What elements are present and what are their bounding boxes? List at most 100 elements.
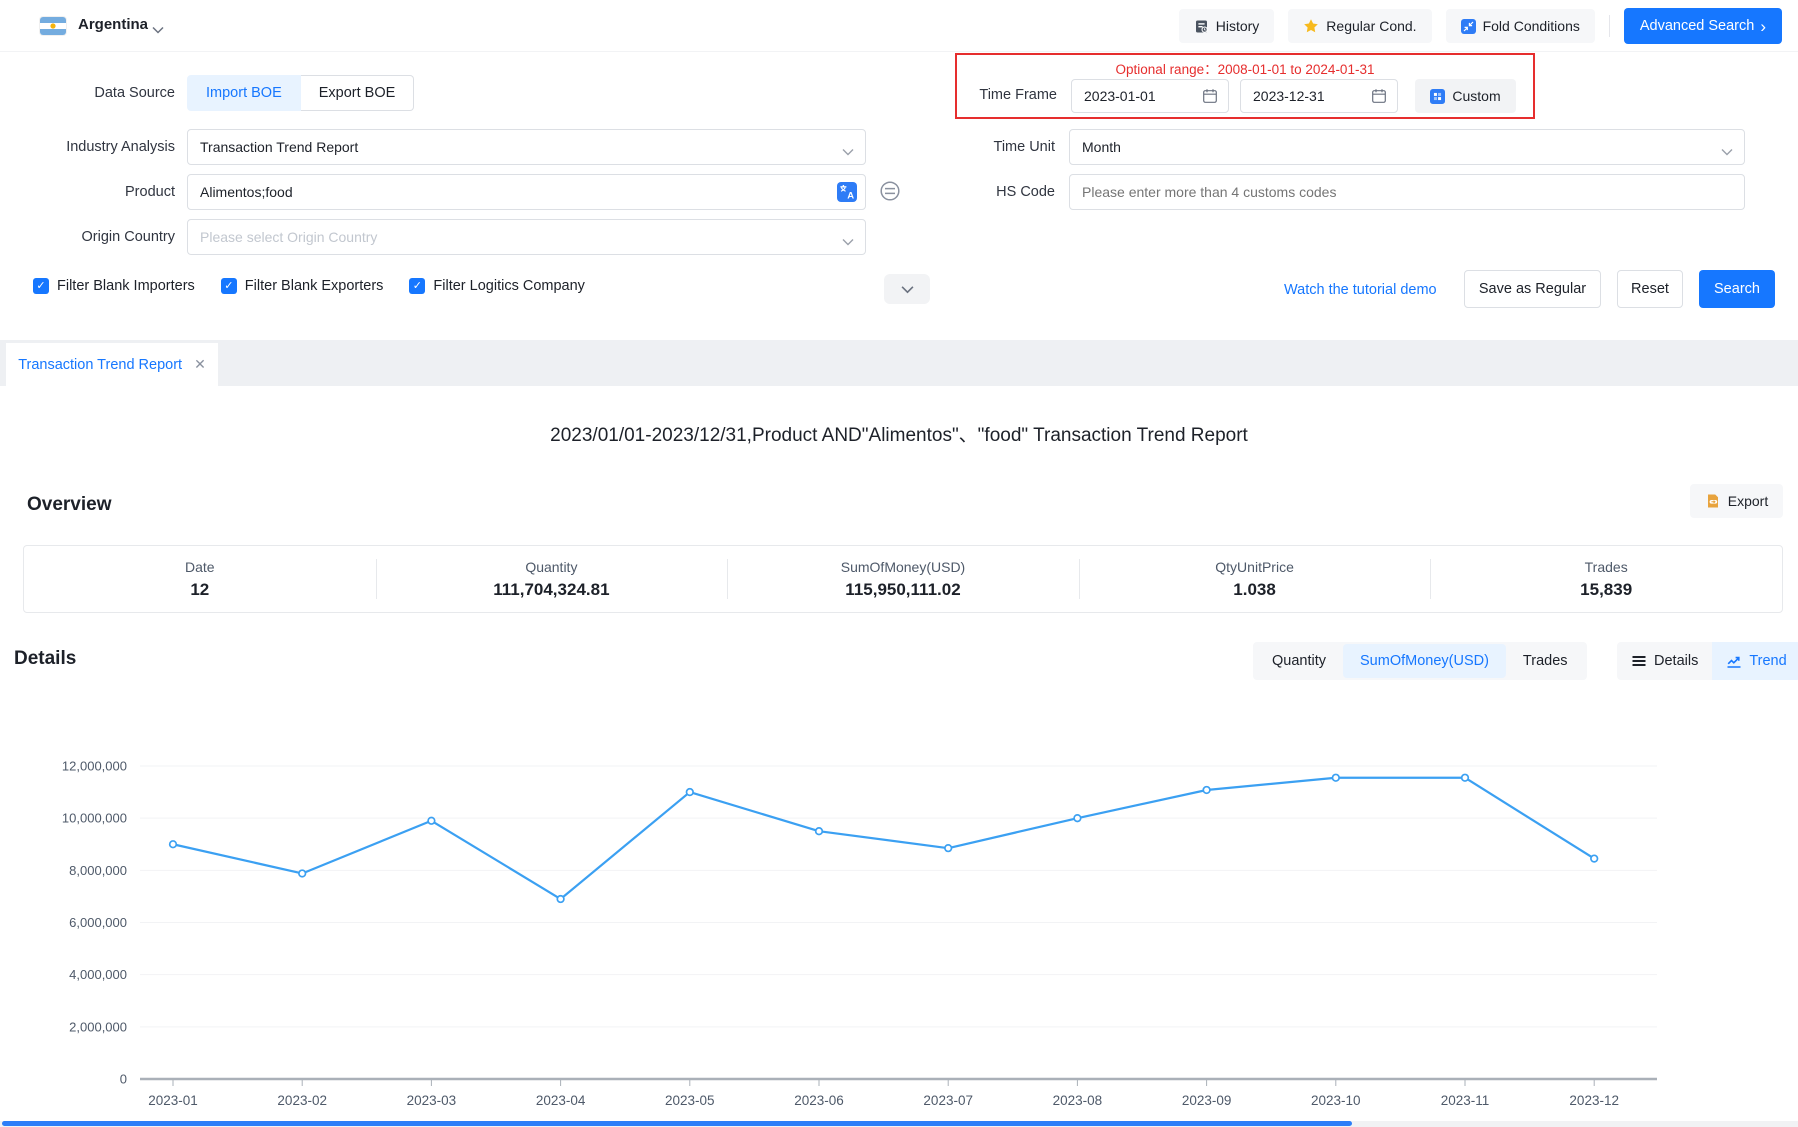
time-frame-label: Time Frame xyxy=(957,77,1057,113)
data-point-2023-12[interactable] xyxy=(1591,855,1598,862)
custom-label: Custom xyxy=(1452,88,1500,104)
data-point-2023-11[interactable] xyxy=(1462,774,1469,781)
y-axis-tick-label: 4,000,000 xyxy=(69,967,127,982)
x-axis-tick-label: 2023-11 xyxy=(1441,1093,1490,1108)
advanced-search-label: Advanced Search xyxy=(1640,18,1754,34)
data-point-2023-10[interactable] xyxy=(1333,774,1340,781)
filter-filter-logitics-company[interactable]: ✓ Filter Logitics Company xyxy=(409,278,585,294)
checkbox-checked-icon[interactable]: ✓ xyxy=(409,278,425,294)
chevron-down-icon[interactable] xyxy=(152,21,164,39)
top-header-bar: Argentina History Regular Cond. Fold Con… xyxy=(0,0,1798,52)
y-axis-tick-label: 6,000,000 xyxy=(69,915,127,930)
close-icon[interactable]: ✕ xyxy=(194,356,206,373)
x-axis-tick-label: 2023-09 xyxy=(1182,1093,1232,1108)
metric-tab-sumofmoney-usd[interactable]: SumOfMoney(USD) xyxy=(1343,644,1506,678)
product-input[interactable] xyxy=(187,174,866,210)
metric-toggle-group: QuantitySumOfMoney(USD)Trades xyxy=(1253,642,1587,680)
view-tab-details[interactable]: Details xyxy=(1617,642,1712,680)
y-axis-tick-label: 0 xyxy=(120,1072,127,1087)
horizontal-scrollbar-track[interactable] xyxy=(0,1121,1798,1127)
x-axis-tick-label: 2023-10 xyxy=(1311,1093,1361,1108)
stat-label: Date xyxy=(185,559,215,575)
details-heading: Details xyxy=(14,648,76,670)
tab-transaction-trend-report[interactable]: Transaction Trend Report ✕ xyxy=(6,343,218,386)
regular-cond-button[interactable]: Regular Cond. xyxy=(1288,9,1431,43)
filter-label: Filter Logitics Company xyxy=(433,278,585,294)
star-icon xyxy=(1303,18,1319,34)
time-unit-label: Time Unit xyxy=(880,129,1055,165)
custom-range-button[interactable]: Custom xyxy=(1415,79,1516,113)
x-axis-tick-label: 2023-01 xyxy=(148,1093,198,1108)
stat-label: Quantity xyxy=(525,559,577,575)
export-button[interactable]: Export xyxy=(1690,484,1783,518)
x-axis-tick-label: 2023-07 xyxy=(923,1093,973,1108)
collapse-conditions-button[interactable] xyxy=(884,274,930,304)
metric-tab-quantity[interactable]: Quantity xyxy=(1255,644,1343,678)
stat-trades: Trades15,839 xyxy=(1430,546,1782,612)
filter-checkbox-row: ✓Filter Blank Importers ✓Filter Blank Exp… xyxy=(33,278,585,294)
save-as-regular-button[interactable]: Save as Regular xyxy=(1464,270,1601,308)
origin-country-placeholder: Please select Origin Country xyxy=(200,229,377,245)
filter-filter-blank-exporters[interactable]: ✓Filter Blank Exporters xyxy=(221,278,384,294)
stat-label: Trades xyxy=(1585,559,1628,575)
hs-code-input[interactable] xyxy=(1069,174,1745,210)
y-axis-tick-label: 8,000,000 xyxy=(69,863,127,878)
translate-icon[interactable]: A xyxy=(837,182,857,202)
trend-icon xyxy=(1726,653,1742,669)
data-point-2023-04[interactable] xyxy=(557,896,564,903)
industry-analysis-select[interactable]: Transaction Trend Report xyxy=(187,129,866,165)
y-axis-tick-label: 12,000,000 xyxy=(62,759,127,774)
view-tab-trend[interactable]: Trend xyxy=(1712,642,1798,680)
export-label: Export xyxy=(1728,493,1768,509)
origin-country-select[interactable]: Please select Origin Country xyxy=(187,219,866,255)
regular-cond-label: Regular Cond. xyxy=(1326,18,1416,34)
industry-analysis-label: Industry Analysis xyxy=(0,129,175,165)
checkbox-checked-icon[interactable]: ✓ xyxy=(33,278,49,294)
fold-conditions-button[interactable]: Fold Conditions xyxy=(1446,9,1595,43)
advanced-search-button[interactable]: Advanced Search › xyxy=(1624,8,1782,44)
hs-code-label: HS Code xyxy=(880,174,1055,210)
data-point-2023-06[interactable] xyxy=(816,828,823,835)
history-icon xyxy=(1194,19,1209,34)
filter-filter-blank-importers[interactable]: ✓Filter Blank Importers xyxy=(33,278,195,294)
industry-analysis-value: Transaction Trend Report xyxy=(200,139,358,155)
data-point-2023-07[interactable] xyxy=(945,845,952,852)
end-date-input[interactable]: 2023-12-31 xyxy=(1240,79,1398,113)
stat-value: 1.038 xyxy=(1233,580,1276,600)
data-point-2023-08[interactable] xyxy=(1074,815,1081,822)
data-point-2023-01[interactable] xyxy=(170,841,177,848)
table-icon xyxy=(1631,653,1647,669)
search-button[interactable]: Search xyxy=(1699,270,1775,308)
y-axis-tick-label: 10,000,000 xyxy=(62,811,127,826)
horizontal-scrollbar-thumb[interactable] xyxy=(2,1121,1352,1126)
report-title: 2023/01/01-2023/12/31,Product AND"Alimen… xyxy=(0,420,1798,447)
country-selector-label[interactable]: Argentina xyxy=(78,16,148,33)
overview-stats-card: Date12Quantity111,704,324.81SumOfMoney(U… xyxy=(23,545,1783,613)
time-unit-select[interactable]: Month xyxy=(1069,129,1745,165)
data-point-2023-03[interactable] xyxy=(428,817,435,824)
export-boe-tab[interactable]: Export BOE xyxy=(301,75,415,111)
import-boe-tab[interactable]: Import BOE xyxy=(187,75,301,111)
reset-button[interactable]: Reset xyxy=(1617,270,1683,308)
tutorial-demo-link[interactable]: Watch the tutorial demo xyxy=(1284,282,1437,298)
start-date-input[interactable]: 2023-01-01 xyxy=(1071,79,1229,113)
time-frame-highlight-box: Optional range：2008-01-01 to 2024-01-31 … xyxy=(955,53,1535,119)
svg-text:A: A xyxy=(847,190,854,201)
data-point-2023-05[interactable] xyxy=(687,789,694,796)
export-icon xyxy=(1705,493,1721,509)
checkbox-checked-icon[interactable]: ✓ xyxy=(221,278,237,294)
tab-label: Transaction Trend Report xyxy=(18,357,182,373)
result-tab-bar: Transaction Trend Report ✕ xyxy=(0,340,1798,386)
x-axis-tick-label: 2023-08 xyxy=(1053,1093,1103,1108)
origin-country-label: Origin Country xyxy=(0,219,175,255)
history-button[interactable]: History xyxy=(1179,9,1275,43)
view-label: Details xyxy=(1654,653,1698,669)
data-point-2023-09[interactable] xyxy=(1203,787,1210,794)
product-label: Product xyxy=(0,174,175,210)
chevron-right-icon: › xyxy=(1760,18,1766,35)
data-point-2023-02[interactable] xyxy=(299,870,306,877)
metric-tab-trades[interactable]: Trades xyxy=(1506,644,1585,678)
time-unit-value: Month xyxy=(1082,139,1121,155)
chevron-down-icon xyxy=(1721,143,1733,159)
header-divider xyxy=(1609,15,1610,37)
